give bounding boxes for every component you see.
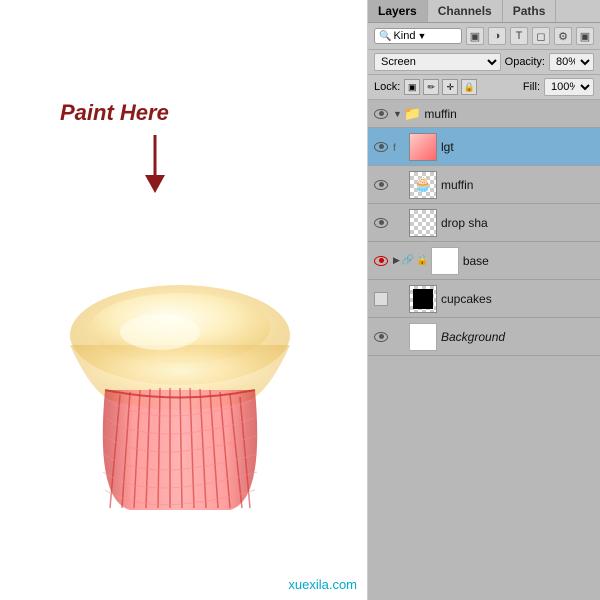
layer-background[interactable]: Background (368, 318, 600, 356)
visibility-cupcakes[interactable] (372, 290, 390, 308)
kind-chevron: ▼ (417, 31, 426, 41)
opacity-label: Opacity: (505, 56, 545, 68)
filter-row: 🔍 Kind ▼ ▣ ◑ T ◻ ⚙ ▣ (368, 23, 600, 50)
thumb-background (409, 323, 437, 351)
kind-label: Kind (393, 30, 415, 42)
thumb-muffin: 🧁 (409, 171, 437, 199)
muffin-thumb-icon: 🧁 (414, 176, 431, 193)
layer-drop-sha[interactable]: drop sha (368, 204, 600, 242)
layer-group-muffin[interactable]: ▼ 📁 muffin (368, 100, 600, 128)
visibility-drop-sha[interactable] (372, 214, 390, 232)
filter-shape-icon[interactable]: ◻ (532, 27, 550, 45)
layer-lgt[interactable]: f lgt (368, 128, 600, 166)
fill-label: Fill: (523, 81, 540, 93)
visibility-background[interactable] (372, 328, 390, 346)
cupcake-illustration (30, 160, 330, 510)
thumb-drop-sha (409, 209, 437, 237)
expand-muffin-icon[interactable]: ▼ (393, 109, 402, 119)
visibility-base[interactable] (372, 252, 390, 270)
tab-layers[interactable]: Layers (368, 0, 428, 22)
layer-cupcakes-label: cupcakes (441, 292, 596, 306)
link-base-icon: 🔗 (402, 255, 414, 266)
tab-channels[interactable]: Channels (428, 0, 503, 22)
fill-select[interactable]: 100% (544, 78, 594, 96)
thumb-cupcakes-outer (409, 285, 437, 313)
lock-move-icon[interactable]: ✛ (442, 79, 458, 95)
folder-icon: 📁 (404, 105, 421, 122)
layer-cupcakes[interactable]: cupcakes (368, 280, 600, 318)
kind-search[interactable]: 🔍 Kind ▼ (374, 28, 462, 44)
lock-base-icon: 🔒 (416, 255, 428, 266)
visibility-muffin-group[interactable] (372, 105, 390, 123)
eye-hidden-box (374, 292, 388, 306)
layer-drop-sha-label: drop sha (441, 216, 596, 230)
panel-tabs: Layers Channels Paths (368, 0, 600, 23)
layer-muffin-label: muffin (441, 178, 596, 192)
lock-icons-group: ▣ ✏ ✛ 🔒 (404, 79, 477, 95)
opacity-control: Opacity: 80% (505, 53, 594, 71)
canvas-area: Paint Here (0, 0, 368, 600)
layer-muffin[interactable]: 🧁 muffin (368, 166, 600, 204)
visibility-muffin[interactable] (372, 176, 390, 194)
layer-background-label: Background (441, 330, 596, 344)
thumb-base (431, 247, 459, 275)
lock-all-icon[interactable]: 🔒 (461, 79, 477, 95)
filter-adjust-icon[interactable]: ◑ (488, 27, 506, 45)
fill-control: Fill: 100% (523, 78, 594, 96)
layer-base[interactable]: ▶ 🔗 🔒 base (368, 242, 600, 280)
lock-paint-icon[interactable]: ✏ (423, 79, 439, 95)
lock-label: Lock: (374, 81, 400, 93)
layers-list: ▼ 📁 muffin f lgt 🧁 muffin (368, 100, 600, 600)
filter-pixel-icon[interactable]: ▣ (466, 27, 484, 45)
lock-fill-row: Lock: ▣ ✏ ✛ 🔒 Fill: 100% (368, 75, 600, 100)
blend-opacity-row: Screen Opacity: 80% (368, 50, 600, 75)
layer-lgt-label: lgt (441, 140, 596, 154)
layer-base-label: base (463, 254, 596, 268)
filter-smart-icon[interactable]: ⚙ (554, 27, 572, 45)
expand-base-icon[interactable]: ▶ (393, 255, 400, 266)
paint-here-label: Paint Here (60, 100, 169, 126)
thumb-lgt (409, 133, 437, 161)
opacity-select[interactable]: 80% (549, 53, 594, 71)
thumb-cupcakes-inner (413, 289, 433, 309)
tab-paths[interactable]: Paths (503, 0, 557, 22)
visibility-lgt[interactable] (372, 138, 390, 156)
watermark-text: xuexila.com (288, 577, 357, 592)
blend-mode-select[interactable]: Screen (374, 53, 501, 71)
fx-icon: f (393, 143, 396, 154)
group-muffin-label: muffin (424, 107, 596, 121)
layers-panel: Layers Channels Paths 🔍 Kind ▼ ▣ ◑ T ◻ ⚙… (368, 0, 600, 600)
filter-type-icon[interactable]: T (510, 27, 528, 45)
filter-toggle[interactable]: ▣ (576, 27, 594, 45)
lock-transparent-icon[interactable]: ▣ (404, 79, 420, 95)
indent-lgt: f (393, 138, 409, 156)
